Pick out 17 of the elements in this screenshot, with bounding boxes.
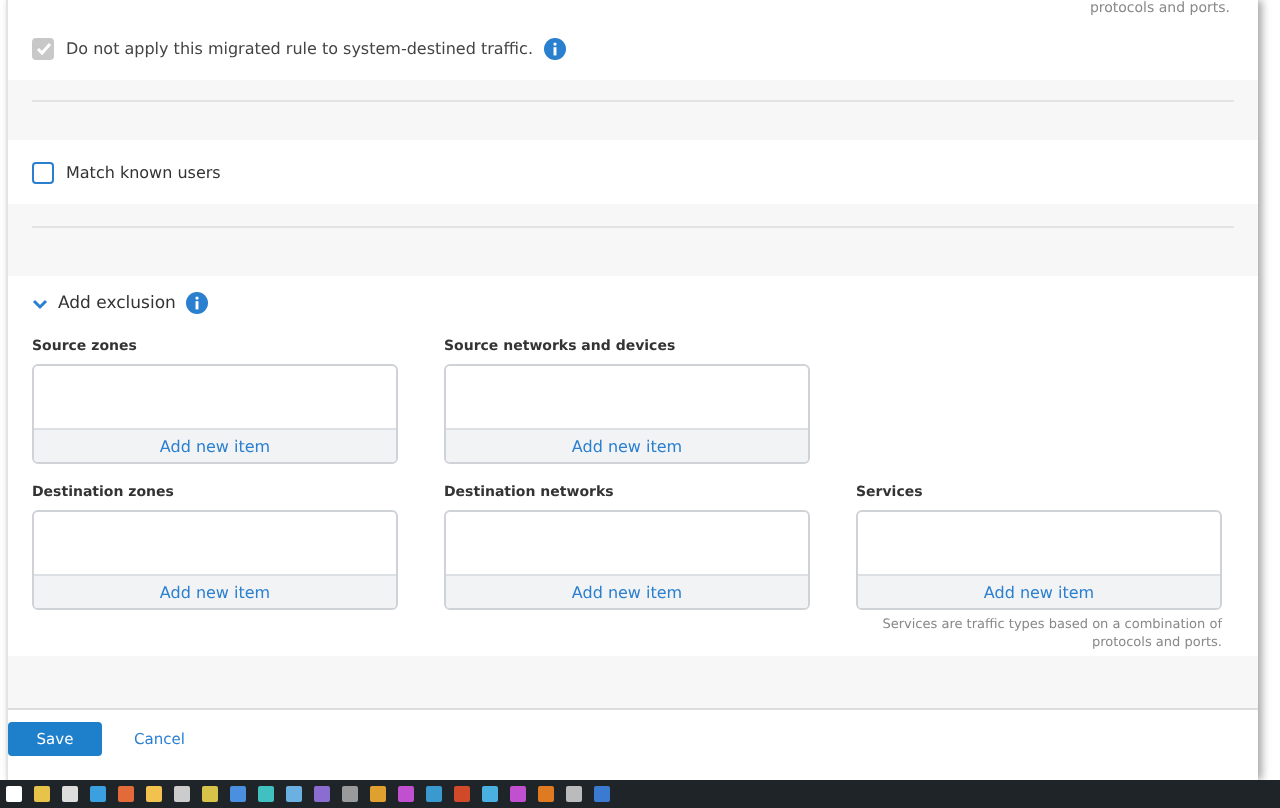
item-list-field[interactable]: Add new item (444, 510, 810, 610)
item-list-field[interactable]: Add new item (856, 510, 1222, 610)
checkbox[interactable] (32, 161, 54, 183)
add-item-button[interactable]: Add new item (34, 428, 396, 462)
add-item-button[interactable]: Add new item (858, 574, 1220, 608)
add-item-button[interactable]: Add new item (34, 574, 396, 608)
checkbox-label: Match known users (66, 163, 221, 181)
add-item-button[interactable]: Add new item (446, 428, 808, 462)
item-list-field[interactable]: Add new item (32, 510, 398, 610)
info-icon[interactable] (544, 38, 567, 60)
section-title: Add exclusion (58, 293, 176, 313)
item-list-field[interactable]: Add new item (444, 364, 810, 464)
add-item-button[interactable]: Add new item (446, 574, 808, 608)
item-list-field[interactable]: Add new item (32, 364, 398, 464)
chevron-icon[interactable] (32, 297, 48, 309)
info-icon[interactable] (185, 292, 208, 314)
checkbox-label: Do not apply this migrated rule to system-destined traffic. (66, 40, 533, 58)
